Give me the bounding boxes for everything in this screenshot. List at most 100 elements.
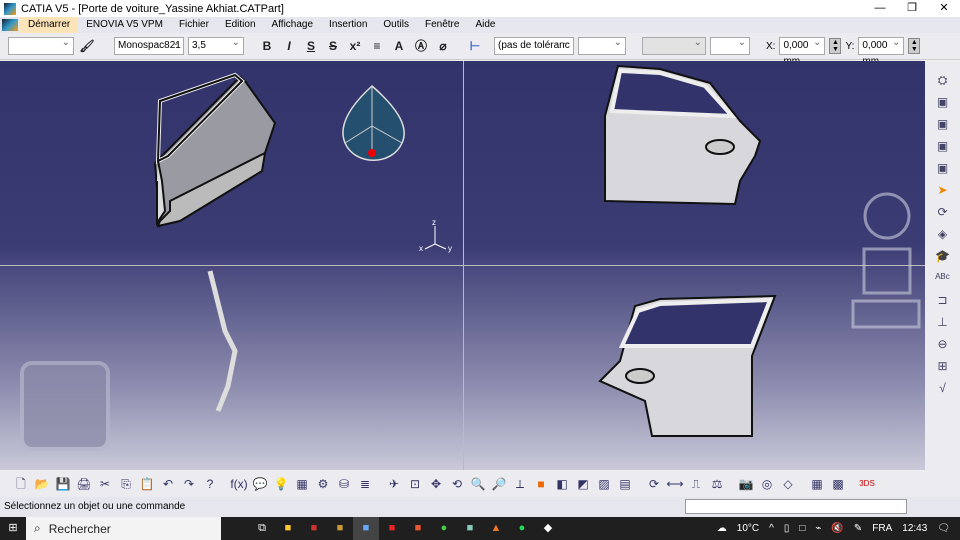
pen-icon[interactable]: ✎ bbox=[854, 523, 862, 534]
zoom-in-icon[interactable]: 🔍 bbox=[469, 475, 487, 493]
menu-fichier[interactable]: Fichier bbox=[171, 17, 217, 33]
flag-note-icon[interactable]: ⊐ bbox=[934, 291, 952, 309]
app-icon[interactable]: ■ bbox=[327, 517, 353, 540]
hide-show-icon[interactable]: ▨ bbox=[595, 475, 613, 493]
annotation-icon[interactable]: 🎓 bbox=[934, 247, 952, 265]
font-combo[interactable]: Monospac821 bbox=[114, 35, 184, 55]
shaft-icon[interactable]: ▣ bbox=[934, 137, 952, 155]
network-icon[interactable]: ⌁ bbox=[815, 523, 821, 534]
formula-icon[interactable]: f(x) bbox=[230, 475, 248, 493]
superscript-button[interactable]: x² bbox=[346, 37, 364, 55]
help-icon[interactable]: ? bbox=[201, 475, 219, 493]
italic-button[interactable]: I bbox=[280, 37, 298, 55]
iso-view-icon[interactable]: ◧ bbox=[553, 475, 571, 493]
anchor-point-icon[interactable]: A bbox=[390, 37, 408, 55]
pan-icon[interactable]: ✥ bbox=[427, 475, 445, 493]
strikethrough-button[interactable]: S bbox=[324, 37, 342, 55]
update-icon[interactable]: ⟳ bbox=[645, 475, 663, 493]
chevron-up-icon[interactable]: ^ bbox=[769, 523, 774, 534]
volume-muted-icon[interactable]: 🔇 bbox=[831, 523, 843, 534]
grid-display-icon[interactable]: ▦ bbox=[808, 475, 826, 493]
notifications-icon[interactable]: 🗨 bbox=[937, 523, 950, 534]
battery-icon[interactable]: ▯ bbox=[784, 523, 790, 534]
bold-button[interactable]: B bbox=[258, 37, 276, 55]
parameters-icon[interactable]: ≣ bbox=[356, 475, 374, 493]
justify-icon[interactable]: ≡ bbox=[368, 37, 386, 55]
zoom-out-icon[interactable]: 🔎 bbox=[490, 475, 508, 493]
comment-icon[interactable]: 💬 bbox=[251, 475, 269, 493]
font-size-combo[interactable]: 3,5 bbox=[188, 35, 244, 55]
datum-icon[interactable]: ⊥ bbox=[934, 313, 952, 331]
format-combo[interactable] bbox=[710, 35, 750, 55]
save-icon[interactable]: 💾 bbox=[54, 475, 72, 493]
normal-view-icon[interactable]: ⟂ bbox=[511, 475, 529, 493]
app-icon[interactable]: ■ bbox=[301, 517, 327, 540]
dimension-icon[interactable]: ⊢ bbox=[466, 37, 484, 55]
render-icon[interactable]: ◎ bbox=[758, 475, 776, 493]
text-icon[interactable]: ᴬᴮᶜ bbox=[934, 269, 952, 287]
measure-inertia-icon[interactable]: ⚖ bbox=[708, 475, 726, 493]
measure-item-icon[interactable]: ⎍ bbox=[687, 475, 705, 493]
snap-icon[interactable]: ▩ bbox=[829, 475, 847, 493]
menu-fenetre[interactable]: Fenêtre bbox=[417, 17, 467, 33]
multi-view-icon[interactable]: ■ bbox=[532, 475, 550, 493]
menu-demarrer[interactable]: Démarrer bbox=[20, 17, 79, 33]
menu-enovia[interactable]: ENOVIA V5 VPM bbox=[78, 17, 171, 33]
grid-icon[interactable]: ⊞ bbox=[934, 357, 952, 375]
tolerance-icon[interactable]: ⊖ bbox=[934, 335, 952, 353]
menu-affichage[interactable]: Affichage bbox=[264, 17, 322, 33]
y-coordinate-field[interactable]: 0,000 mm bbox=[858, 35, 905, 67]
sketcher-icon[interactable]: ⛭ bbox=[934, 71, 952, 89]
minimize-button[interactable]: — bbox=[864, 0, 896, 17]
table-icon[interactable]: ▦ bbox=[293, 475, 311, 493]
redo-icon[interactable]: ↷ bbox=[180, 475, 198, 493]
paintbrush-icon[interactable]: 🖌 bbox=[78, 37, 96, 55]
underline-button[interactable]: S bbox=[302, 37, 320, 55]
menu-aide[interactable]: Aide bbox=[467, 17, 503, 33]
symbol-icon[interactable]: ⌀ bbox=[434, 37, 452, 55]
x-coordinate-field[interactable]: 0,000 mm bbox=[779, 35, 826, 67]
layer-icon[interactable]: ◇ bbox=[779, 475, 797, 493]
acrobat-icon[interactable]: ■ bbox=[379, 517, 405, 540]
powerpoint-icon[interactable]: ■ bbox=[405, 517, 431, 540]
rotate-icon[interactable]: ⟲ bbox=[448, 475, 466, 493]
weather-icon[interactable]: ☁ bbox=[717, 523, 727, 534]
app-icon[interactable]: ◆ bbox=[535, 517, 561, 540]
tolerance-combo[interactable]: (pas de toléranc bbox=[494, 35, 574, 55]
measure-between-icon[interactable]: ⟷ bbox=[666, 475, 684, 493]
menu-edition[interactable]: Edition bbox=[217, 17, 264, 33]
restore-button[interactable]: ❐ bbox=[896, 0, 928, 17]
copy-icon[interactable]: ⎘ bbox=[117, 475, 135, 493]
select-arrow-icon[interactable]: ➤ bbox=[934, 181, 952, 199]
file-explorer-icon[interactable]: ■ bbox=[275, 517, 301, 540]
shading-icon[interactable]: ◩ bbox=[574, 475, 592, 493]
command-input[interactable] bbox=[685, 499, 907, 514]
measure-icon[interactable]: ◈ bbox=[934, 225, 952, 243]
chrome-icon[interactable]: ● bbox=[431, 517, 457, 540]
undo-icon[interactable]: ↶ bbox=[159, 475, 177, 493]
style-combo[interactable] bbox=[8, 35, 74, 55]
precision-combo[interactable] bbox=[642, 35, 706, 55]
close-button[interactable]: ✕ bbox=[928, 0, 960, 17]
tree-icon[interactable]: ⚙ bbox=[314, 475, 332, 493]
fit-all-icon[interactable]: ⊡ bbox=[406, 475, 424, 493]
cut-icon[interactable]: ✂ bbox=[96, 475, 114, 493]
catia-taskbar-icon[interactable]: ■ bbox=[353, 517, 379, 540]
taskbar-search[interactable]: ⌕ Rechercher bbox=[26, 517, 221, 540]
tolerance-value-combo[interactable] bbox=[578, 35, 626, 55]
paste-icon[interactable]: 📋 bbox=[138, 475, 156, 493]
catalog-icon[interactable]: ⛁ bbox=[335, 475, 353, 493]
x-spinner[interactable]: ▲ ▼ bbox=[829, 38, 842, 54]
windows-start-icon[interactable]: ⊞ bbox=[0, 517, 26, 540]
fly-icon[interactable]: ✈ bbox=[385, 475, 403, 493]
roughness-icon[interactable]: √ bbox=[934, 379, 952, 397]
pocket-icon[interactable]: ▣ bbox=[934, 115, 952, 133]
display-icon[interactable]: □ bbox=[799, 523, 805, 534]
clock[interactable]: 12:43 bbox=[902, 523, 927, 534]
language-indicator[interactable]: FRA bbox=[872, 523, 892, 534]
menu-outils[interactable]: Outils bbox=[375, 17, 417, 33]
open-icon[interactable]: 📂 bbox=[33, 475, 51, 493]
new-icon[interactable]: 🗋 bbox=[12, 475, 30, 493]
workbench-icon[interactable]: ⟳ bbox=[934, 203, 952, 221]
weather-temperature[interactable]: 10°C bbox=[737, 523, 759, 534]
